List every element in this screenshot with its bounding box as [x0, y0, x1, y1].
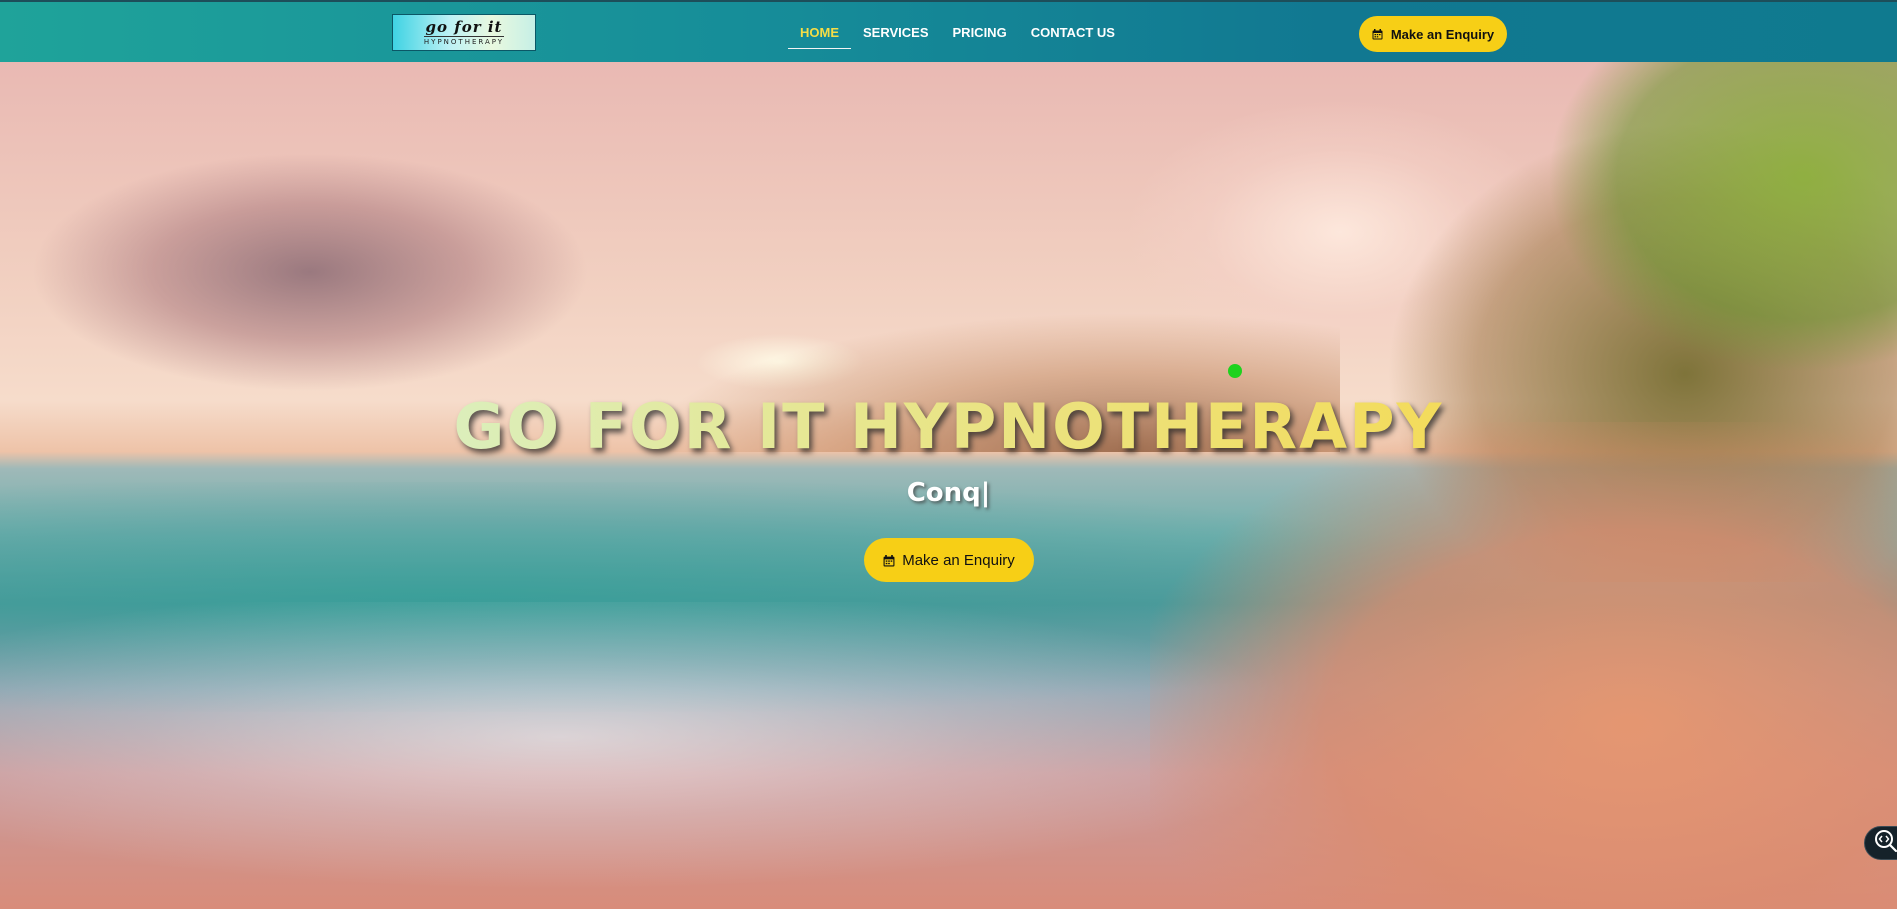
nav-item-pricing[interactable]: PRICING — [941, 19, 1019, 47]
hero-title: GO FOR IT HYPNOTHERAPY — [0, 390, 1897, 463]
header-enquiry-label: Make an Enquiry — [1390, 26, 1495, 42]
code-search-icon — [1873, 828, 1897, 859]
floating-code-button[interactable] — [1864, 826, 1897, 860]
header-enquiry-button[interactable]: Make an Enquiry — [1359, 16, 1507, 52]
nav-item-home[interactable]: HOME — [788, 19, 851, 49]
logo-subtitle: HYPNOTHERAPY — [423, 35, 505, 46]
site-header: go for it HYPNOTHERAPY HOME SERVICES PRI… — [0, 0, 1897, 62]
hero-enquiry-label: Make an Enquiry — [902, 551, 1015, 569]
calendar-icon — [1372, 28, 1383, 40]
nav-item-services[interactable]: SERVICES — [851, 19, 941, 47]
hero-typed-text: Conq| — [906, 478, 991, 508]
nav-item-contact-us[interactable]: CONTACT US — [1019, 19, 1127, 47]
logo-script-text: go for it — [425, 17, 503, 36]
site-logo[interactable]: go for it HYPNOTHERAPY — [392, 14, 536, 51]
cursor-indicator-dot — [1228, 364, 1242, 378]
hero-background-cloud — [30, 152, 590, 392]
main-nav: HOME SERVICES PRICING CONTACT US — [788, 2, 1127, 64]
hero-enquiry-button[interactable]: Make an Enquiry — [864, 538, 1034, 582]
calendar-icon — [883, 554, 895, 566]
